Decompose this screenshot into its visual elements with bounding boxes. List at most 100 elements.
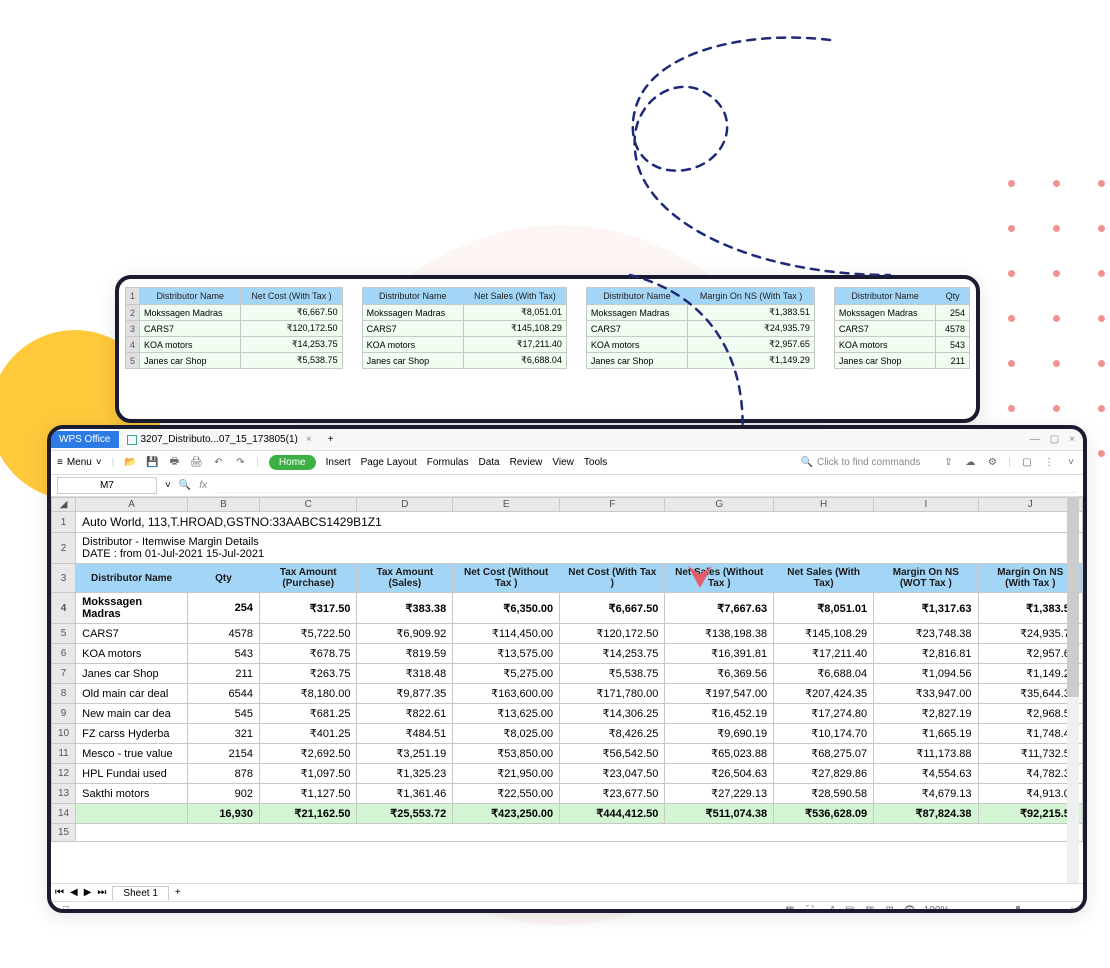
cell[interactable]: ₹87,824.38 xyxy=(874,804,978,824)
cell[interactable]: 6544 xyxy=(187,684,259,704)
row-header[interactable]: 2 xyxy=(52,533,76,564)
row-header[interactable]: 7 xyxy=(52,664,76,684)
cell[interactable]: ₹9,877.35 xyxy=(357,684,453,704)
document-tab[interactable]: 3207_Distributo...07_15_173805(1) × xyxy=(119,431,320,448)
reading-layout-icon[interactable]: ▦ xyxy=(784,905,796,914)
cell[interactable]: ₹27,829.86 xyxy=(774,764,874,784)
redo-icon[interactable]: ↷ xyxy=(234,457,246,469)
cell[interactable]: ₹171,780.00 xyxy=(560,684,665,704)
cell[interactable]: ₹4,679.13 xyxy=(874,784,978,804)
normal-view-icon[interactable]: ▤ xyxy=(844,905,856,914)
window-icon[interactable]: ▢ xyxy=(1021,457,1033,469)
row-header[interactable]: 9 xyxy=(52,704,76,724)
col-header[interactable]: F xyxy=(560,498,665,512)
cell[interactable]: ₹1,127.50 xyxy=(259,784,356,804)
menu-button[interactable]: ≡ Menu ˅ xyxy=(57,457,102,468)
cell[interactable]: 254 xyxy=(187,593,259,624)
header-cell[interactable]: Qty xyxy=(187,564,259,593)
print-preview-icon[interactable]: 🖨 xyxy=(190,457,202,469)
cell[interactable]: 16,930 xyxy=(187,804,259,824)
cell[interactable]: 321 xyxy=(187,724,259,744)
command-search[interactable]: 🔍 Click to find commands xyxy=(801,457,921,468)
cell[interactable]: 211 xyxy=(187,664,259,684)
cell[interactable]: HPL Fundai used xyxy=(76,764,188,784)
header-cell[interactable]: Margin On NS (WOT Tax ) xyxy=(874,564,978,593)
cell[interactable]: ₹26,504.63 xyxy=(665,764,774,784)
cell[interactable]: Janes car Shop xyxy=(76,664,188,684)
row-header[interactable]: 8 xyxy=(52,684,76,704)
subtitle-cell[interactable]: Distributor - Itemwise Margin DetailsDAT… xyxy=(76,533,1083,564)
cell[interactable]: ₹13,575.00 xyxy=(453,644,560,664)
cell[interactable]: ₹21,162.50 xyxy=(259,804,356,824)
more-icon[interactable]: ⋮ xyxy=(1043,457,1055,469)
title-cell[interactable]: Auto World, 113,T.HROAD,GSTNO:33AABCS142… xyxy=(76,512,1083,533)
cell[interactable]: Mesco - true value xyxy=(76,744,188,764)
cell[interactable]: ₹6,909.92 xyxy=(357,624,453,644)
cell[interactable]: ₹23,748.38 xyxy=(874,624,978,644)
cell[interactable]: CARS7 xyxy=(140,321,241,337)
cell[interactable]: ₹1,665.19 xyxy=(874,724,978,744)
cell[interactable]: 545 xyxy=(187,704,259,724)
cell[interactable]: ₹8,426.25 xyxy=(560,724,665,744)
cell[interactable]: ₹197,547.00 xyxy=(665,684,774,704)
page-layout-icon[interactable]: ▥ xyxy=(864,905,876,914)
zoom-out-button[interactable]: − xyxy=(957,905,963,913)
cell[interactable]: ₹17,211.40 xyxy=(774,644,874,664)
close-tab-icon[interactable]: × xyxy=(306,434,312,445)
cell[interactable]: ₹8,180.00 xyxy=(259,684,356,704)
tab-home[interactable]: Home xyxy=(269,455,316,470)
fullscreen-icon[interactable]: ⤢ xyxy=(824,905,836,914)
cell[interactable]: ₹145,108.29 xyxy=(774,624,874,644)
cell[interactable]: ₹423,250.00 xyxy=(453,804,560,824)
name-box[interactable]: M7 xyxy=(57,477,157,494)
cell[interactable]: ₹2,816.81 xyxy=(874,644,978,664)
cell[interactable]: ₹383.38 xyxy=(357,593,453,624)
cell[interactable]: ₹16,391.81 xyxy=(665,644,774,664)
cell[interactable]: ₹5,275.00 xyxy=(453,664,560,684)
cell[interactable]: ₹444,412.50 xyxy=(560,804,665,824)
cell[interactable]: ₹138,198.38 xyxy=(665,624,774,644)
cell[interactable]: FZ carss Hyderba xyxy=(76,724,188,744)
cell[interactable]: Sakthi motors xyxy=(76,784,188,804)
corner-cell[interactable]: ◢ xyxy=(52,498,76,512)
cell[interactable]: ₹65,023.88 xyxy=(665,744,774,764)
cell[interactable]: ₹10,174.70 xyxy=(774,724,874,744)
prev-sheet-icon[interactable]: ◀ xyxy=(70,887,78,898)
cell[interactable]: ₹163,600.00 xyxy=(453,684,560,704)
cell[interactable]: ₹23,047.50 xyxy=(560,764,665,784)
zoom-in-button[interactable]: + xyxy=(1069,905,1075,913)
undo-icon[interactable]: ↶ xyxy=(212,457,224,469)
maximize-icon[interactable]: ▢ xyxy=(1050,434,1059,445)
cell[interactable]: ₹207,424.35 xyxy=(774,684,874,704)
col-header[interactable]: H xyxy=(774,498,874,512)
cell[interactable]: ₹5,722.50 xyxy=(259,624,356,644)
cell[interactable]: ₹1,325.23 xyxy=(357,764,453,784)
cell[interactable]: Janes car Shop xyxy=(140,353,241,369)
cell[interactable]: ₹317.50 xyxy=(259,593,356,624)
tab-insert[interactable]: Insert xyxy=(326,457,351,468)
cell[interactable]: ₹14,253.75 xyxy=(241,337,342,353)
cell[interactable]: ₹22,550.00 xyxy=(453,784,560,804)
formula-input[interactable] xyxy=(215,479,1077,493)
collapse-icon[interactable]: ˅ xyxy=(1065,457,1077,469)
header-cell[interactable]: Net Cost (Without Tax ) xyxy=(453,564,560,593)
add-sheet-button[interactable]: + xyxy=(175,887,181,898)
cell[interactable]: ₹53,850.00 xyxy=(453,744,560,764)
row-header[interactable]: 6 xyxy=(52,644,76,664)
tab-tools[interactable]: Tools xyxy=(584,457,607,468)
header-cell[interactable]: Net Sales (With Tax) xyxy=(774,564,874,593)
cloud-icon[interactable]: ☁ xyxy=(964,457,976,469)
cell[interactable]: ₹819.59 xyxy=(357,644,453,664)
cell[interactable]: KOA motors xyxy=(140,337,241,353)
cell[interactable]: 878 xyxy=(187,764,259,784)
spreadsheet-grid[interactable]: ◢ A B C D E F G H I J 1Auto World, 113,T… xyxy=(51,497,1083,883)
cell[interactable] xyxy=(76,824,1083,842)
zoom-icon[interactable]: 🔍 xyxy=(179,480,191,491)
tab-review[interactable]: Review xyxy=(510,457,543,468)
cell[interactable]: ₹1,094.56 xyxy=(874,664,978,684)
row-header[interactable]: 1 xyxy=(52,512,76,533)
row-header[interactable]: 5 xyxy=(52,624,76,644)
header-cell[interactable]: Tax Amount (Sales) xyxy=(357,564,453,593)
page-break-icon[interactable]: ⊞ xyxy=(884,905,896,914)
close-icon[interactable]: × xyxy=(1069,434,1075,445)
